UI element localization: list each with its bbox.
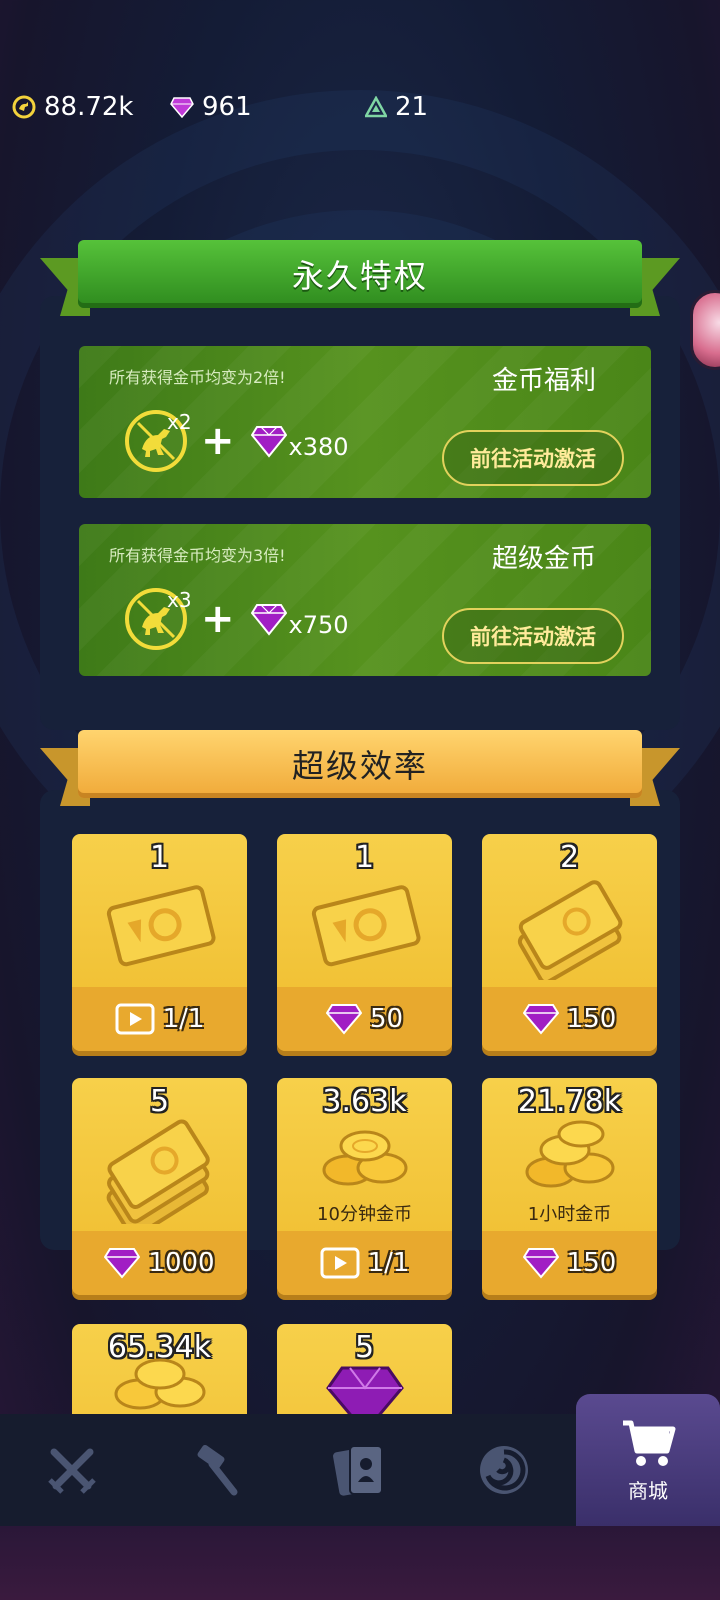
ticket-icon <box>72 870 247 980</box>
price-label: 1/1 <box>162 1004 205 1034</box>
privilege-title: 金币福利 <box>491 366 596 396</box>
privilege-reward-row: x2 + x380 <box>125 410 349 472</box>
price-label: 50 <box>369 1004 404 1034</box>
privilege-description: 所有获得金币均变为2倍! <box>109 368 286 387</box>
coin-counter: 88.72k <box>12 92 134 122</box>
gem-icon <box>250 604 287 636</box>
cards-icon <box>333 1445 383 1496</box>
token-counter: 21 <box>365 92 428 122</box>
triangle-token-icon <box>365 96 387 118</box>
price-label: 150 <box>566 1248 617 1278</box>
coin-icon <box>12 95 36 119</box>
nav-portal[interactable] <box>432 1414 576 1526</box>
gem-icon <box>170 97 194 118</box>
nav-cards[interactable] <box>288 1414 432 1526</box>
dino-coin-icon: x3 <box>125 588 192 650</box>
gem-amount: 961 <box>202 92 252 122</box>
ticket-stack-icon <box>482 870 657 980</box>
shop-item-tile[interactable]: 5 1000 <box>72 1078 247 1295</box>
dino-multiplier: x2 <box>167 410 192 434</box>
privilege-card: 所有获得金币均变为2倍! 金币福利 x2 + x380 前往活动激活 <box>79 346 651 498</box>
battle-swords-icon <box>48 1448 96 1494</box>
video-ad-icon <box>320 1247 360 1279</box>
gem-icon <box>325 1004 362 1035</box>
gem-quantity: x380 <box>288 433 349 461</box>
coin-amount: 88.72k <box>44 92 134 122</box>
price-footer: 150 <box>482 987 657 1051</box>
gem-icon <box>522 1248 559 1279</box>
plus-icon: + <box>201 596 235 642</box>
price-label: 150 <box>566 1004 617 1034</box>
gem-icon <box>250 426 287 458</box>
nav-shop[interactable]: 商城 <box>576 1394 720 1526</box>
activate-button[interactable]: 前往活动激活 <box>442 608 624 664</box>
price-footer: 1/1 <box>277 1231 452 1295</box>
shop-item-tile[interactable]: 1 50 <box>277 834 452 1051</box>
privilege-title: 超级金币 <box>491 544 596 574</box>
portal-icon <box>480 1446 528 1494</box>
gem-quantity: x750 <box>288 611 349 639</box>
ticket-stack-icon <box>72 1114 247 1224</box>
section-title: 超级效率 <box>78 730 642 798</box>
price-label: 1/1 <box>367 1248 410 1278</box>
shop-item-tile[interactable]: 21.78k 1小时金币 150 <box>482 1078 657 1295</box>
video-ad-icon <box>115 1003 155 1035</box>
price-footer: 1/1 <box>72 987 247 1051</box>
bottom-decoration <box>0 1526 720 1600</box>
privilege-description: 所有获得金币均变为3倍! <box>109 546 286 565</box>
privilege-card: 所有获得金币均变为3倍! 超级金币 x3 + x750 前往活动激活 <box>79 524 651 676</box>
bottom-nav: 商城 <box>0 1394 720 1526</box>
efficiency-ribbon: 超级效率 <box>40 730 680 820</box>
gem-icon <box>522 1004 559 1035</box>
plus-icon: + <box>201 418 235 464</box>
cart-icon <box>623 1420 676 1466</box>
shop-item-tile[interactable]: 2 150 <box>482 834 657 1051</box>
permanent-privilege-ribbon: 永久特权 <box>40 240 680 330</box>
privilege-reward-row: x3 + x750 <box>125 588 349 650</box>
price-footer: 50 <box>277 987 452 1051</box>
ticket-icon <box>277 870 452 980</box>
coin-pile-icon <box>277 1108 452 1198</box>
price-label: 1000 <box>148 1248 215 1278</box>
section-title: 永久特权 <box>78 240 642 308</box>
shop-item-tile[interactable]: 3.63k 10分钟金币 1/1 <box>277 1078 452 1295</box>
side-event-button[interactable] <box>690 290 720 370</box>
hammer-icon <box>197 1444 238 1496</box>
item-subtitle: 10分钟金币 <box>317 1204 412 1225</box>
item-subtitle: 1小时金币 <box>527 1204 612 1225</box>
nav-forge[interactable] <box>144 1414 288 1526</box>
price-footer: 150 <box>482 1231 657 1295</box>
dino-multiplier: x3 <box>167 588 192 612</box>
nav-battle[interactable] <box>0 1414 144 1526</box>
gem-counter: 961 <box>170 92 252 122</box>
dino-coin-icon: x2 <box>125 410 192 472</box>
price-footer: 1000 <box>72 1231 247 1295</box>
nav-shop-label: 商城 <box>628 1478 668 1503</box>
activate-button[interactable]: 前往活动激活 <box>442 430 624 486</box>
gem-icon <box>104 1248 141 1279</box>
coin-pile-icon <box>482 1108 657 1198</box>
token-amount: 21 <box>395 92 429 122</box>
shop-item-tile[interactable]: 1 1/1 <box>72 834 247 1051</box>
